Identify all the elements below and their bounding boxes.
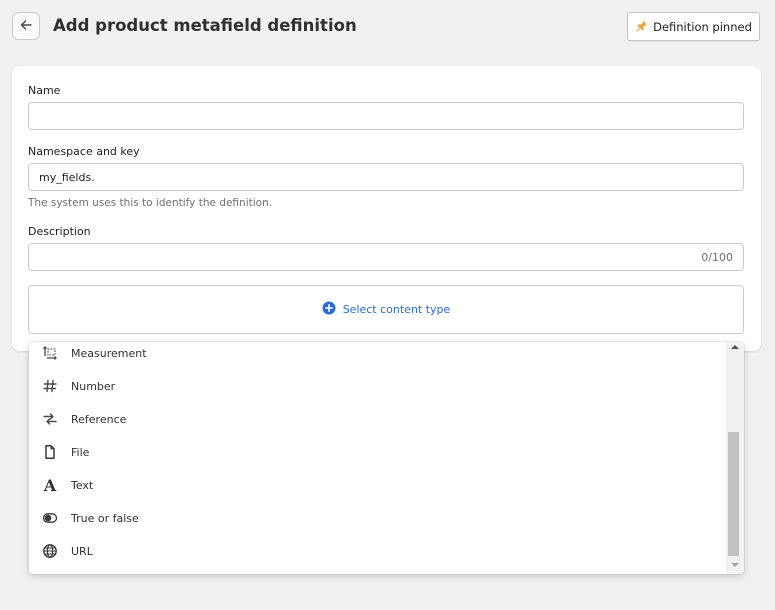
option-label: Reference [71, 413, 127, 426]
scrollbar-thumb[interactable] [728, 432, 739, 556]
namespace-key-value: my_fields. [39, 170, 95, 184]
option-label: Number [71, 380, 116, 393]
option-reference[interactable]: Reference [29, 403, 726, 436]
option-true-or-false[interactable]: True or false [29, 502, 726, 535]
scroll-down-arrow-icon[interactable] [731, 563, 739, 567]
pin-icon [635, 19, 648, 35]
text-a-icon: A [42, 477, 58, 493]
option-text[interactable]: A Text [29, 469, 726, 502]
option-measurement[interactable]: Measurement [29, 342, 726, 370]
plus-circle-icon [322, 300, 336, 319]
name-label: Name [28, 84, 61, 97]
select-content-type-label: Select content type [342, 303, 451, 316]
scroll-up-arrow-icon[interactable] [731, 345, 739, 349]
option-url[interactable]: URL [29, 535, 726, 568]
option-label: URL [71, 545, 93, 558]
globe-icon [42, 543, 58, 559]
arrow-left-icon [19, 17, 33, 36]
option-label: True or false [71, 512, 139, 525]
dropdown-scrollbar[interactable] [726, 342, 744, 574]
option-file[interactable]: File [29, 436, 726, 469]
content-type-dropdown[interactable]: Measurement Number Reference File A Text… [29, 342, 744, 574]
namespace-key-help-text: The system uses this to identify the def… [28, 197, 273, 209]
option-label: Measurement [71, 347, 147, 360]
description-char-counter: 0/100 [701, 251, 733, 264]
toggle-icon [42, 510, 58, 526]
definition-pinned-button[interactable]: Definition pinned [627, 12, 760, 41]
file-icon [42, 444, 58, 460]
svg-text:A: A [43, 477, 57, 493]
measurement-icon [42, 345, 58, 361]
back-button[interactable] [12, 12, 40, 40]
hash-icon [42, 378, 58, 394]
reference-arrows-icon [42, 411, 58, 427]
description-label: Description [28, 225, 91, 238]
option-label: Text [71, 479, 94, 492]
namespace-key-label: Namespace and key [28, 145, 140, 158]
option-label: File [71, 446, 90, 459]
name-input[interactable] [28, 102, 744, 130]
select-content-type-button[interactable]: Select content type [28, 285, 744, 334]
definition-pinned-label: Definition pinned [653, 19, 752, 34]
namespace-key-input[interactable]: my_fields. [28, 163, 744, 191]
page-title: Add product metafield definition [53, 16, 357, 35]
option-number[interactable]: Number [29, 370, 726, 403]
description-input[interactable]: 0/100 [28, 243, 744, 271]
